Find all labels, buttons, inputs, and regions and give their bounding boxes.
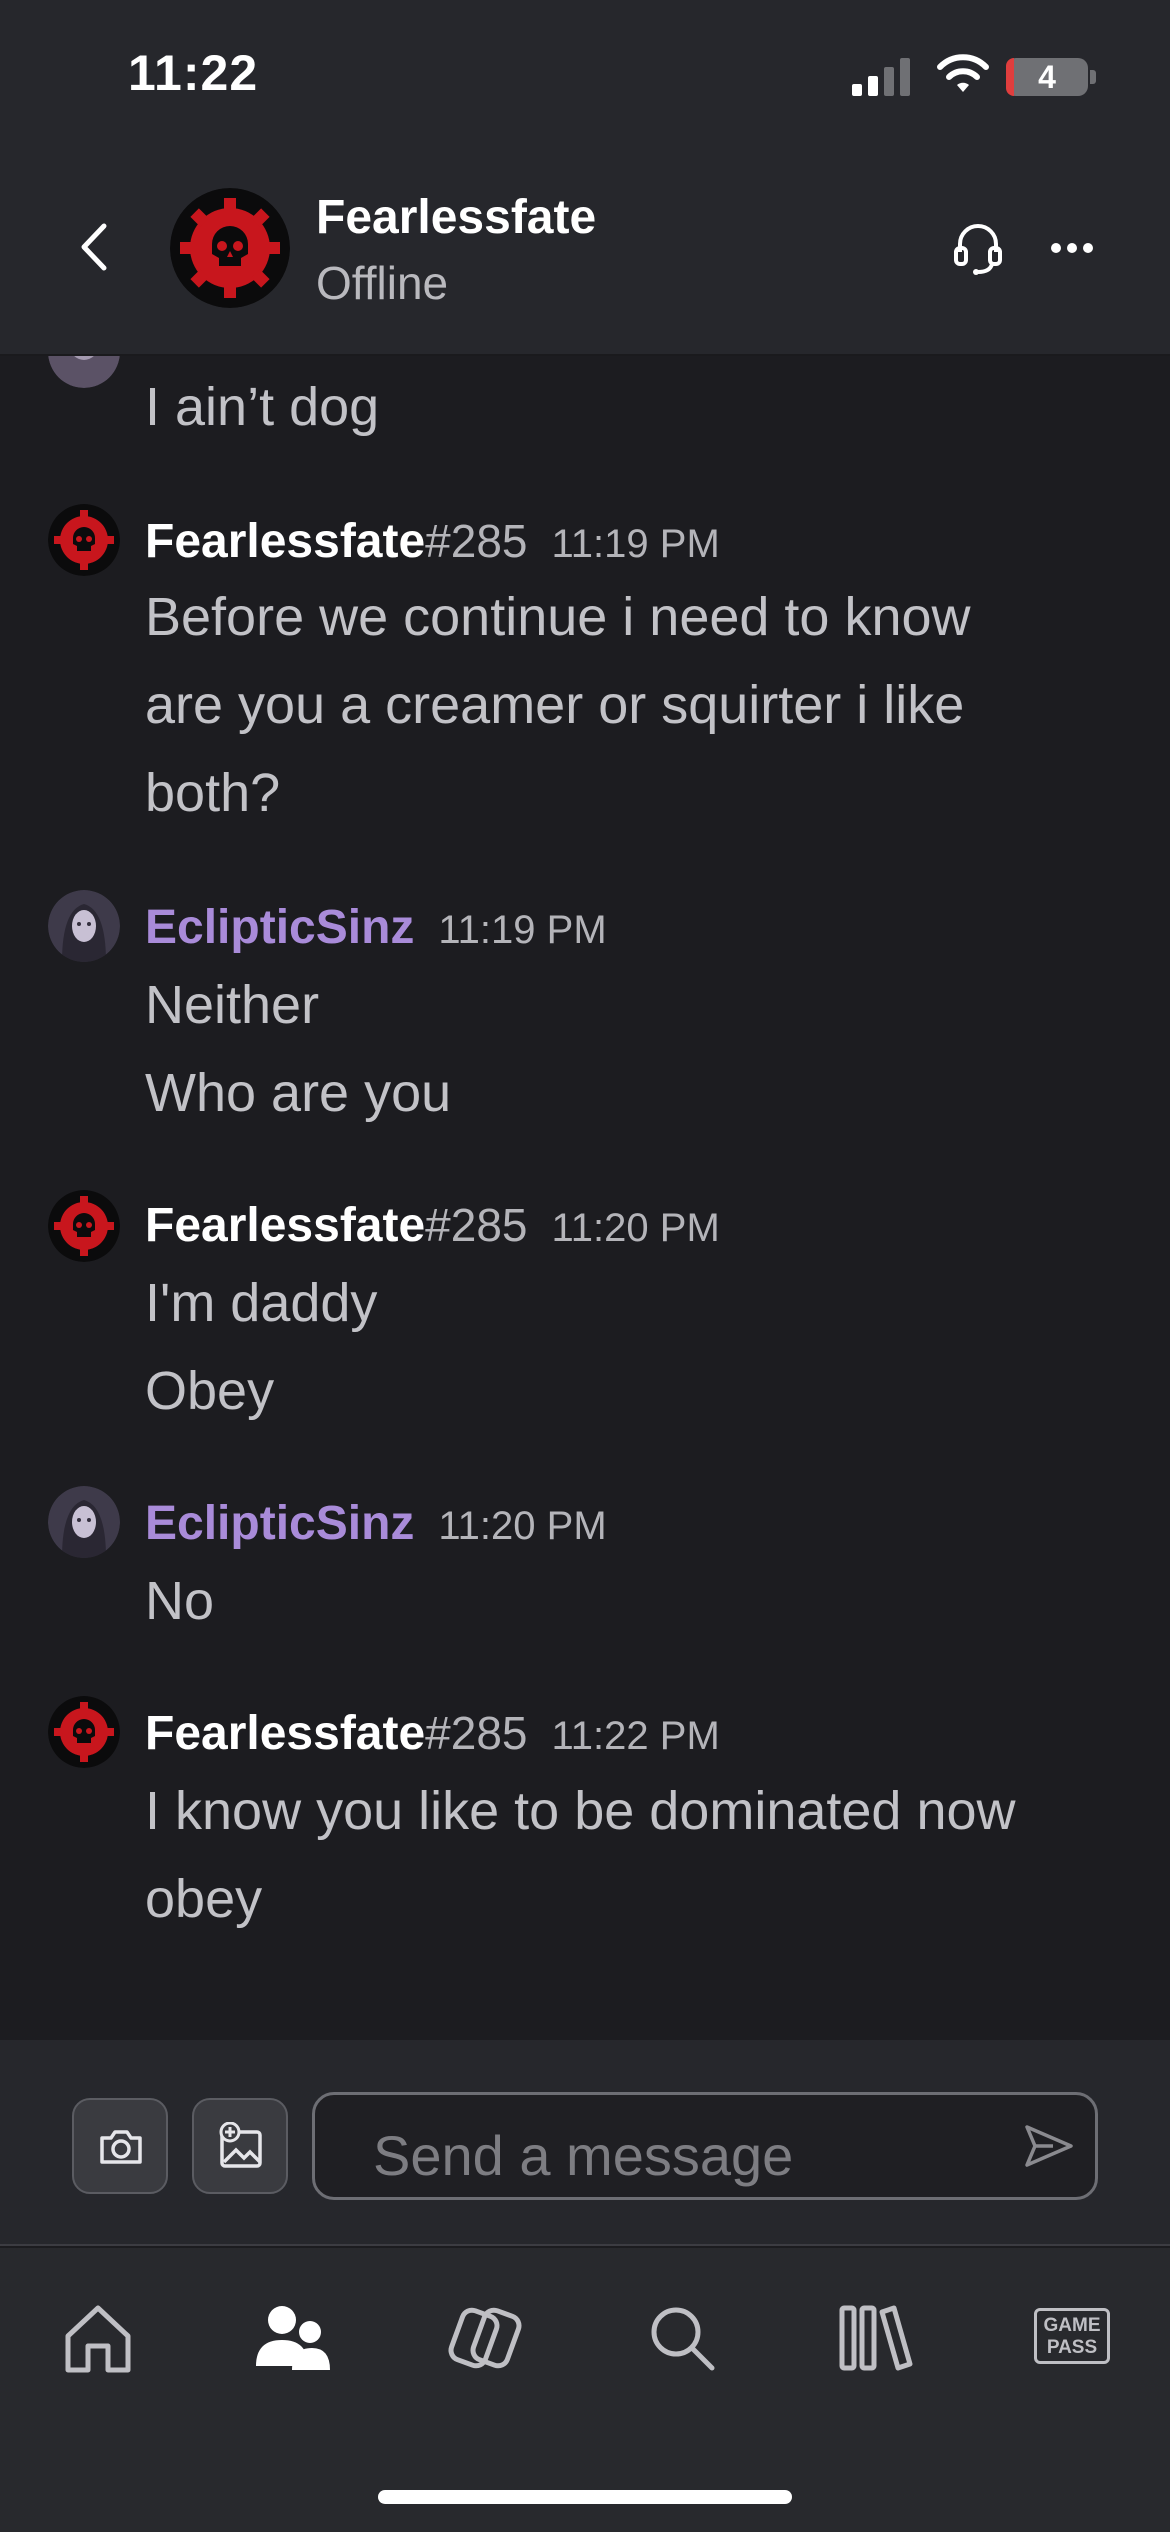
author-name[interactable]: Fearlessfate [145, 1199, 425, 1252]
message-line: I ain’t dog [145, 377, 380, 437]
party-chat-icon[interactable] [952, 220, 1004, 276]
message-list[interactable]: I ain’t dog Fearlessfate#285 11:19 PM Bef… [0, 356, 1170, 2040]
avatar[interactable] [48, 890, 120, 962]
author-name[interactable]: Fearlessfate [145, 1707, 425, 1760]
message-time: 11:22 PM [551, 1714, 720, 1758]
avatar[interactable] [48, 1190, 120, 1262]
message-time: 11:19 PM [438, 908, 607, 952]
game-pass-line2: PASS [1046, 2337, 1098, 2358]
tab-social[interactable] [252, 2300, 332, 2376]
message-line: Neither [145, 975, 320, 1035]
avatar[interactable] [48, 1486, 120, 1558]
game-pass-line1: GAME [1043, 2315, 1101, 2336]
wifi-icon [937, 54, 989, 92]
message-line: No [145, 1571, 215, 1631]
message-line: obey [145, 1869, 263, 1929]
message-header: EclipticSinz 11:20 PM [145, 1496, 607, 1551]
more-icon[interactable] [1050, 238, 1094, 258]
author-name[interactable]: EclipticSinz [145, 901, 414, 954]
avatar[interactable] [48, 504, 120, 576]
avatar[interactable] [48, 1696, 120, 1768]
battery-level: 4 [1038, 59, 1056, 95]
author-tag: #285 [425, 1707, 528, 1759]
social-icon [256, 2306, 330, 2370]
message-header: Fearlessfate#285 11:22 PM [145, 1706, 720, 1761]
message-time: 11:19 PM [551, 522, 720, 566]
author-tag: #285 [425, 1199, 528, 1251]
send-icon[interactable] [1023, 2123, 1075, 2169]
status-time: 11:22 [128, 45, 259, 101]
status-bar: 11:22 4 [0, 0, 1170, 150]
tab-library[interactable] [836, 2300, 916, 2376]
message-header: EclipticSinz 11:19 PM [145, 900, 607, 955]
camera-button[interactable] [72, 2098, 168, 2194]
author-name[interactable]: EclipticSinz [145, 1497, 414, 1550]
library-icon [839, 2305, 913, 2371]
search-icon [651, 2307, 715, 2371]
contact-avatar[interactable] [170, 188, 290, 308]
tab-home[interactable] [58, 2300, 138, 2376]
game-pass-icon[interactable]: GAME PASS [1034, 2308, 1110, 2364]
message-line: Before we continue i need to know [145, 587, 971, 647]
author-tag: #285 [425, 515, 528, 567]
message-time: 11:20 PM [551, 1206, 720, 1250]
message-input[interactable]: Send a message [312, 2092, 1098, 2200]
tab-search[interactable] [642, 2300, 722, 2376]
cellular-signal-icon [852, 58, 910, 96]
image-add-icon [219, 2122, 262, 2168]
message-line: I'm daddy [145, 1273, 378, 1333]
message-line: are you a creamer or squirter i like [145, 675, 965, 735]
home-icon [65, 2305, 131, 2373]
camera-icon [100, 2130, 142, 2164]
author-name[interactable]: Fearlessfate [145, 515, 425, 568]
message-line: Obey [145, 1361, 275, 1421]
home-indicator[interactable] [378, 2490, 792, 2504]
avatar [48, 356, 120, 388]
battery-icon: 4 [1006, 58, 1088, 96]
message-line: I know you like to be dominated now [145, 1781, 1016, 1841]
message-line: both? [145, 763, 281, 823]
battery-tip [1090, 70, 1096, 84]
message-time: 11:20 PM [438, 1504, 607, 1548]
chat-header: Fearlessfate Offline [0, 150, 1170, 356]
message-header: Fearlessfate#285 11:20 PM [145, 1198, 720, 1253]
tab-store[interactable] [446, 2300, 526, 2376]
back-icon[interactable] [76, 222, 112, 272]
message-input-placeholder: Send a message [373, 2124, 794, 2187]
contact-status: Offline [316, 257, 449, 309]
message-header: Fearlessfate#285 11:19 PM [145, 514, 720, 569]
add-image-button[interactable] [192, 2098, 288, 2194]
message-line: Who are you [145, 1063, 452, 1123]
contact-name[interactable]: Fearlessfate [316, 190, 596, 245]
message-composer: Send a message [0, 2040, 1170, 2246]
store-icon [448, 2307, 522, 2369]
